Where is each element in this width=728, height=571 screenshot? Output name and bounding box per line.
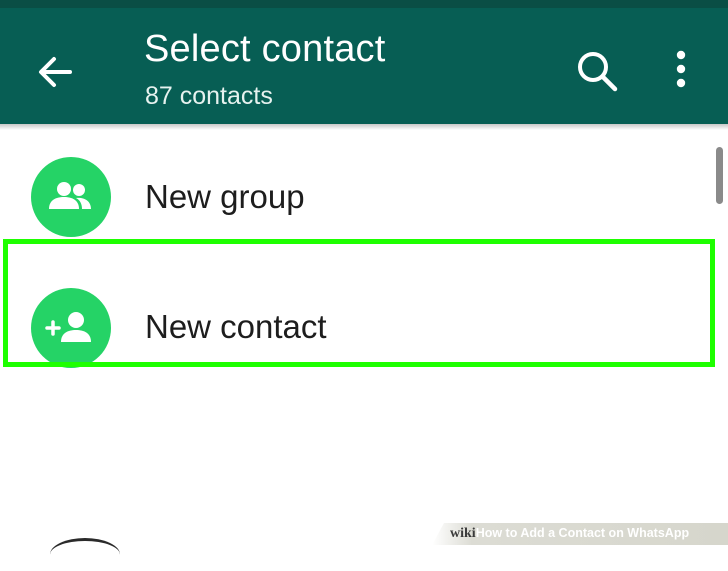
new-group-item[interactable]: New group — [0, 134, 728, 264]
watermark-title: to Add a Contact on WhatsApp — [502, 526, 690, 540]
app-bar-shadow — [0, 124, 728, 130]
contact-count: 87 contacts — [145, 82, 273, 110]
watermark-text: wikiHow to Add a Contact on WhatsApp — [450, 526, 689, 542]
watermark-how: How — [475, 526, 503, 540]
search-icon — [578, 52, 618, 92]
watermark-brand: wiki — [450, 526, 476, 541]
group-icon — [49, 182, 91, 209]
partial-avatar-edge — [50, 538, 120, 571]
more-options-button[interactable] — [668, 46, 694, 96]
add-person-icon — [45, 312, 91, 342]
status-bar — [0, 0, 728, 8]
arrow-left-icon — [39, 57, 72, 87]
new-contact-item[interactable]: New contact — [0, 264, 728, 394]
app-bar: Select contact 87 contacts — [0, 8, 728, 124]
new-contact-label: New contact — [145, 308, 327, 345]
group-avatar — [31, 157, 111, 237]
page-title: Select contact — [144, 28, 386, 70]
more-vertical-icon — [676, 50, 686, 88]
contact-avatar — [31, 288, 111, 368]
new-group-label: New group — [145, 178, 305, 215]
search-button[interactable] — [574, 48, 620, 94]
scrollbar[interactable] — [716, 147, 723, 204]
back-button[interactable] — [36, 52, 76, 92]
wikihow-watermark: wikiHow to Add a Contact on WhatsApp — [432, 523, 728, 545]
